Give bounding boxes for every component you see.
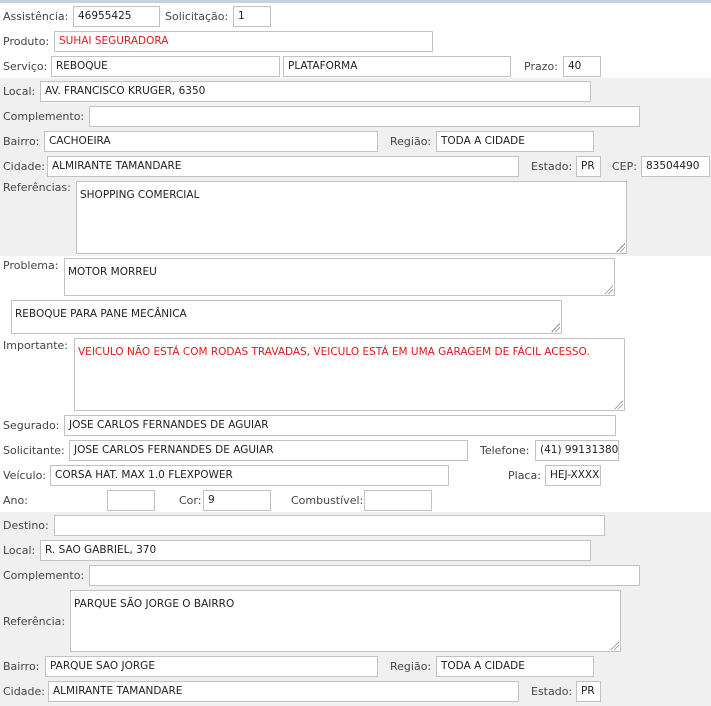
problema-text: MOTOR MORREU	[68, 266, 157, 278]
problema-textarea[interactable]: MOTOR MORREU	[64, 258, 615, 296]
origem-referencias-textarea[interactable]: SHOPPING COMERCIAL	[76, 181, 627, 254]
resize-grip-icon[interactable]	[604, 285, 613, 294]
servico-field-1[interactable]: REBOQUE	[51, 56, 280, 77]
resize-grip-icon[interactable]	[616, 243, 625, 252]
origem-referencias-text: SHOPPING COMERCIAL	[80, 189, 200, 201]
destino-cidade-label: Cidade:	[3, 685, 45, 698]
segurado-field[interactable]: JOSE CARLOS FERNANDES DE AGUIAR	[64, 415, 616, 436]
importante-textarea[interactable]: VEICULO NÃO ESTÁ COM RODAS TRAVADAS, VEI…	[74, 338, 625, 411]
destino-field[interactable]	[54, 515, 605, 536]
origem-cep-label: CEP:	[612, 160, 637, 173]
solicitacao-field[interactable]: 1	[233, 6, 271, 27]
destino-referencia-textarea[interactable]: PARQUE SÃO JORGE O BAIRRO	[70, 590, 621, 652]
importante-text: VEICULO NÃO ESTÁ COM RODAS TRAVADAS, VEI…	[78, 346, 590, 358]
ano-label: Ano:	[3, 494, 28, 507]
importante-label: Importante:	[3, 339, 69, 352]
resize-grip-icon[interactable]	[614, 400, 623, 409]
produto-label: Produto:	[3, 35, 50, 48]
origem-estado-field[interactable]: PR	[576, 156, 601, 177]
destino-bairro-field[interactable]: PARQUE SAO JORGE	[45, 656, 378, 677]
origem-local-field[interactable]: AV. FRANCISCO KRUGER, 6350	[40, 81, 591, 102]
placa-label: Placa:	[508, 469, 541, 482]
destino-cidade-field[interactable]: ALMIRANTE TAMANDARE	[48, 681, 519, 702]
destino-local-label: Local:	[3, 544, 36, 557]
cor-field[interactable]: 9	[203, 490, 271, 511]
combustivel-field[interactable]	[364, 490, 432, 511]
produto-field[interactable]: SUHAI SEGURADORA	[54, 31, 433, 52]
assistencia-field[interactable]: 46955425	[73, 6, 160, 27]
destino-bairro-label: Bairro:	[3, 660, 40, 673]
prazo-label: Prazo:	[524, 60, 558, 73]
origem-regiao-field[interactable]: TODA A CIDADE	[436, 131, 594, 152]
destino-local-field[interactable]: R. SAO GABRIEL, 370	[40, 540, 591, 561]
destino-label: Destino:	[3, 519, 49, 532]
solicitante-label: Solicitante:	[3, 444, 65, 457]
destino-estado-field[interactable]: PR	[576, 681, 601, 702]
resize-grip-icon[interactable]	[551, 323, 560, 332]
origem-cep-field[interactable]: 83504490	[641, 156, 710, 177]
origem-complemento-field[interactable]	[89, 106, 640, 127]
cor-label: Cor:	[179, 494, 202, 507]
origem-cidade-label: Cidade:	[3, 160, 45, 173]
ano-field[interactable]	[107, 490, 155, 511]
destino-regiao-label: Região:	[390, 660, 432, 673]
assistencia-label: Assistência:	[3, 10, 69, 23]
problema-detalhe-textarea[interactable]: REBOQUE PARA PANE MECÂNICA	[11, 300, 562, 334]
segurado-label: Segurado:	[3, 419, 60, 432]
destino-referencia-label: Referência:	[3, 615, 66, 628]
telefone-field[interactable]: (41) 991313802	[535, 440, 619, 461]
veiculo-field[interactable]: CORSA HAT. MAX 1.0 FLEXPOWER	[50, 465, 449, 486]
origem-bairro-field[interactable]: CACHOEIRA	[44, 131, 378, 152]
telefone-label: Telefone:	[480, 444, 530, 457]
origem-local-label: Local:	[3, 85, 36, 98]
origem-referencias-label: Referências:	[3, 181, 71, 194]
prazo-field[interactable]: 40	[563, 56, 601, 77]
origem-regiao-label: Região:	[390, 135, 432, 148]
origem-bairro-label: Bairro:	[3, 135, 40, 148]
servico-field-2[interactable]: PLATAFORMA	[283, 56, 511, 77]
destino-referencia-text: PARQUE SÃO JORGE O BAIRRO	[74, 598, 235, 610]
veiculo-label: Veículo:	[3, 469, 47, 482]
destino-regiao-field[interactable]: TODA A CIDADE	[436, 656, 594, 677]
solicitacao-label: Solicitação:	[165, 10, 229, 23]
destino-complemento-field[interactable]	[89, 565, 640, 586]
destino-estado-label: Estado:	[531, 685, 573, 698]
origem-complemento-label: Complemento:	[3, 110, 85, 123]
servico-label: Serviço:	[3, 60, 48, 73]
problema-detalhe-text: REBOQUE PARA PANE MECÂNICA	[15, 308, 187, 320]
combustivel-label: Combustível:	[291, 494, 364, 507]
problema-label: Problema:	[3, 259, 59, 272]
origem-cidade-field[interactable]: ALMIRANTE TAMANDARE	[47, 156, 519, 177]
resize-grip-icon[interactable]	[610, 641, 619, 650]
solicitante-field[interactable]: JOSE CARLOS FERNANDES DE AGUIAR	[69, 440, 468, 461]
destino-complemento-label: Complemento:	[3, 569, 85, 582]
placa-field[interactable]: HEJ-XXXX	[545, 465, 601, 486]
origem-estado-label: Estado:	[531, 160, 573, 173]
